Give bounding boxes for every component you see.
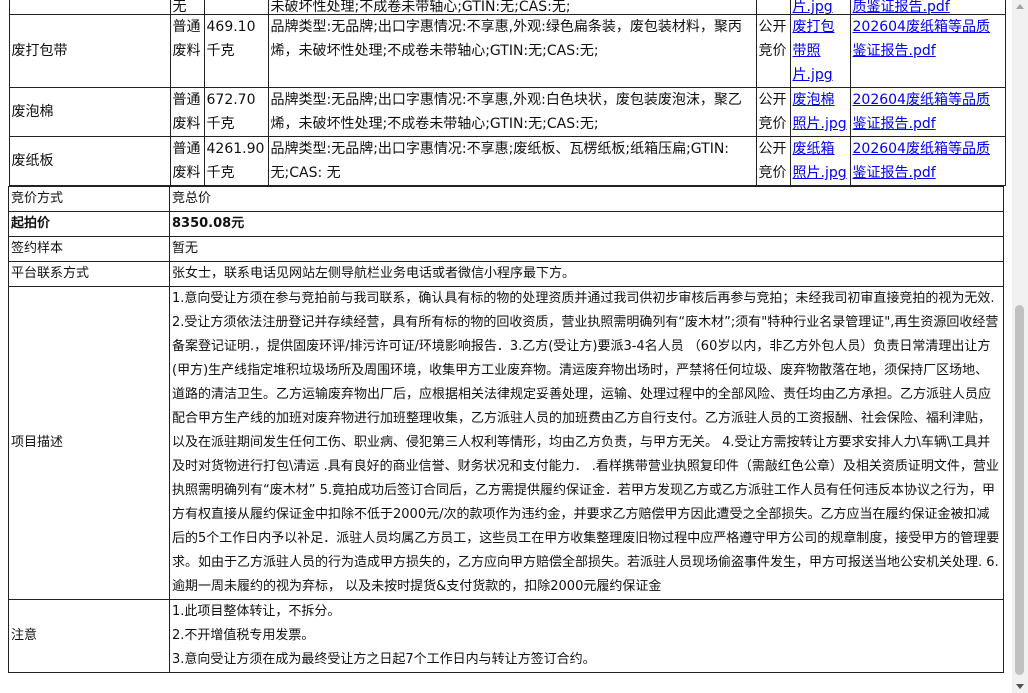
photo-link[interactable]: 废泡棉照片.jpg	[793, 92, 847, 132]
row-value: 暂无	[169, 236, 1004, 262]
goods-description: 品牌类型:无品牌;出口字惠情况:不享惠,外观:绿色扁条装，废包装材料，聚丙烯，未…	[267, 14, 757, 88]
row-label: 竞价方式	[8, 186, 170, 212]
goods-description: 品牌类型:无品牌;出口字惠情况:不享惠;废纸板、瓦楞纸板;纸箱压扁;GTIN:无…	[267, 136, 757, 186]
goods-method: 公开竞价	[755, 87, 791, 137]
report-link[interactable]: 202604废纸箱等品质鉴证报告.pdf	[853, 92, 990, 132]
goods-method: 公开竞价	[755, 14, 791, 88]
photo-link[interactable]: 废打包带照片.jpg	[793, 19, 835, 83]
report-link[interactable]: 202604废纸箱等品质鉴证报告.pdf	[853, 141, 990, 181]
project-detail-table: 无 未破坏性处理;不成卷未带轴心;GTIN:无;CAS:无; 片.jpg 质鉴证…	[8, 0, 1006, 673]
scroll-thumb[interactable]	[1015, 305, 1024, 675]
scroll-up-arrow-icon[interactable]	[1016, 4, 1024, 9]
row-label: 注意	[8, 599, 170, 673]
goods-name: 废打包带	[8, 14, 171, 88]
page-content: 无 未破坏性处理;不成卷未带轴心;GTIN:无;CAS:无; 片.jpg 质鉴证…	[0, 0, 1012, 693]
goods-category: 无	[169, 0, 205, 15]
photo-link[interactable]: 废纸箱照片.jpg	[793, 141, 847, 181]
goods-name: 废泡棉	[8, 87, 171, 137]
row-description: 项目描述 1.意向受让方须在参与竞拍前与我司联系，确认具有标的物的处理资质并通过…	[8, 286, 1004, 600]
row-start-price: 起拍价 8350.08元	[8, 211, 1004, 237]
row-label: 平台联系方式	[8, 261, 170, 287]
row-value: 竞总价	[169, 186, 1004, 212]
row-contract: 签约样本 暂无	[8, 236, 1004, 262]
row-contact: 平台联系方式 张女士，联系电话见网站左侧导航栏业务电话或者微信小程序最下方。	[8, 261, 1004, 287]
row-bid-method: 竞价方式 竞总价	[8, 186, 1004, 212]
goods-description: 品牌类型:无品牌;出口字惠情况:不享惠,外观:白色块状，废包装废泡沫，聚乙烯，未…	[267, 87, 757, 137]
note-item: 1.此项目整体转让，不拆分。	[172, 604, 341, 619]
goods-category: 普通废料	[169, 136, 205, 186]
row-value: 8350.08元	[169, 211, 1004, 237]
report-link[interactable]: 质鉴证报告.pdf	[853, 0, 950, 15]
report-link[interactable]: 202604废纸箱等品质鉴证报告.pdf	[853, 19, 990, 59]
goods-table: 无 未破坏性处理;不成卷未带轴心;GTIN:无;CAS:无; 片.jpg 质鉴证…	[8, 0, 1006, 186]
row-notes: 注意 1.此项目整体转让，不拆分。 2.不开增值税专用发票。 3.意向受让方须在…	[8, 599, 1004, 673]
goods-quantity: 4261.90千克	[203, 136, 269, 186]
goods-quantity: 672.70 千克	[203, 87, 269, 137]
scroll-down-arrow-icon[interactable]	[1016, 684, 1024, 689]
goods-row: 废纸板 普通废料 4261.90千克 品牌类型:无品牌;出口字惠情况:不享惠;废…	[8, 136, 1006, 186]
goods-category: 普通废料	[169, 14, 205, 88]
goods-description: 未破坏性处理;不成卷未带轴心;GTIN:无;CAS:无;	[267, 0, 757, 15]
goods-method: 公开竞价	[755, 136, 791, 186]
vertical-scrollbar[interactable]	[1012, 0, 1028, 693]
goods-quantity: 469.10 千克	[203, 14, 269, 88]
goods-category: 普通废料	[169, 87, 205, 137]
goods-row-partial: 无 未破坏性处理;不成卷未带轴心;GTIN:无;CAS:无; 片.jpg 质鉴证…	[8, 0, 1006, 15]
goods-row: 废泡棉 普通废料 672.70 千克 品牌类型:无品牌;出口字惠情况:不享惠,外…	[8, 87, 1006, 137]
row-label: 项目描述	[8, 286, 170, 600]
notes-list: 1.此项目整体转让，不拆分。 2.不开增值税专用发票。 3.意向受让方须在成为最…	[169, 599, 1004, 673]
row-label: 起拍价	[8, 211, 170, 237]
note-item: 3.意向受让方须在成为最终受让方之日起7个工作日内与转让方签订合约。	[172, 652, 596, 667]
goods-name: 废纸板	[8, 136, 171, 186]
photo-link[interactable]: 片.jpg	[793, 0, 833, 15]
row-value: 张女士，联系电话见网站左侧导航栏业务电话或者微信小程序最下方。	[169, 261, 1004, 287]
row-value: 1.意向受让方须在参与竞拍前与我司联系，确认具有标的物的处理资质并通过我司供初步…	[169, 286, 1004, 600]
goods-row: 废打包带 普通废料 469.10 千克 品牌类型:无品牌;出口字惠情况:不享惠,…	[8, 14, 1006, 88]
row-label: 签约样本	[8, 236, 170, 262]
note-item: 2.不开增值税专用发票。	[172, 628, 315, 643]
